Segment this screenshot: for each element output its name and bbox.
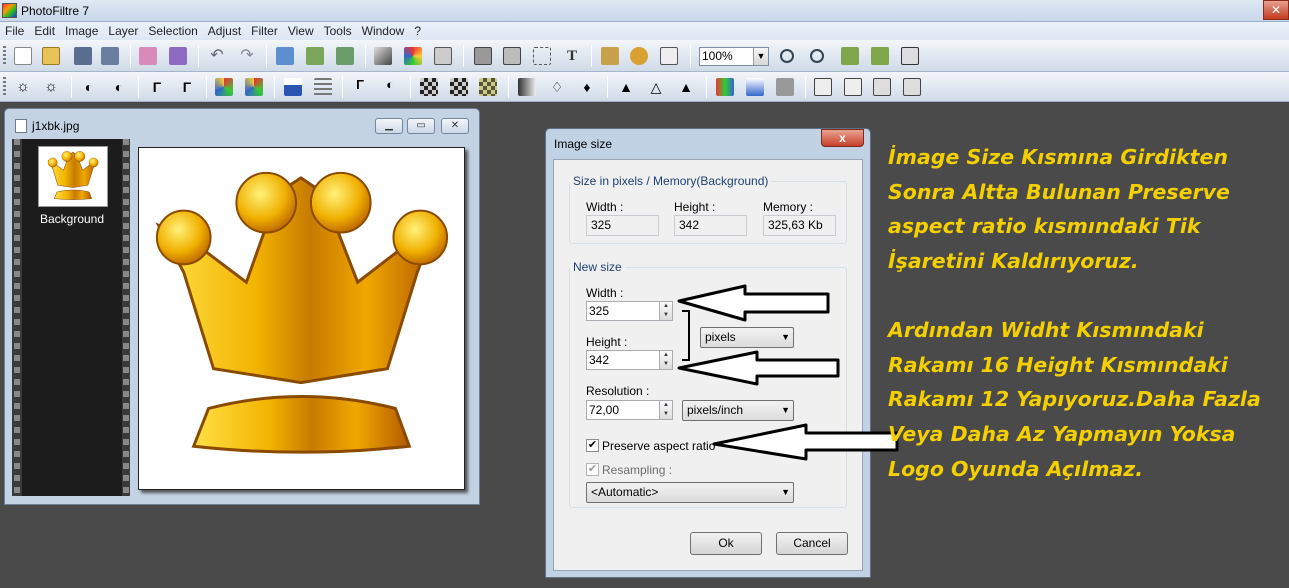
annotation-paragraph-2: Ardından Widht Kısmındaki Rakamı 16 Heig… — [888, 317, 1261, 481]
arrow-preserve — [712, 423, 899, 461]
annotation-paragraph-1: İmage Size Kısmına Girdikten Sonra Altta… — [888, 145, 1230, 274]
arrow-width — [677, 284, 830, 322]
arrow-height — [677, 350, 840, 386]
annotation-text: İmage Size Kısmına Girdikten Sonra Altta… — [888, 140, 1288, 520]
